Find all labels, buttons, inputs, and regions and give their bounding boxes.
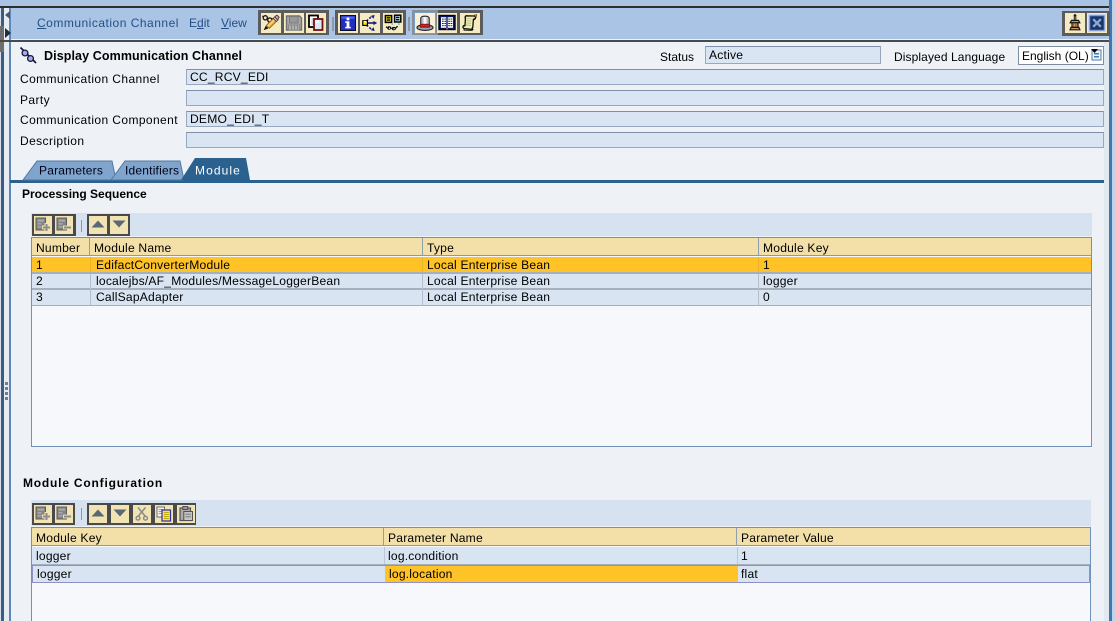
svg-text:Parameters: Parameters <box>39 164 103 178</box>
svg-text:Identifiers: Identifiers <box>125 164 179 178</box>
svg-text:Module: Module <box>195 164 241 178</box>
